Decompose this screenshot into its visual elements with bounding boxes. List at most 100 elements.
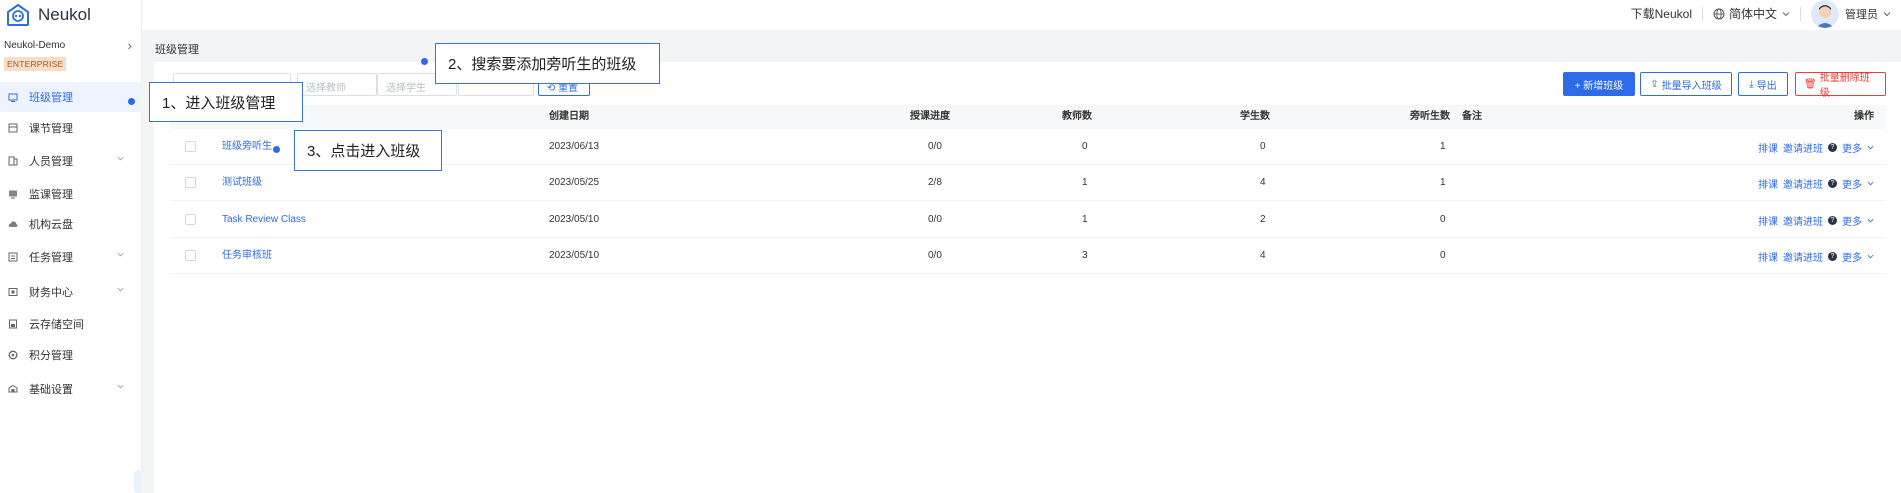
more-menu[interactable]: 更多 [1842, 249, 1862, 264]
chevron-down-icon [1883, 11, 1891, 16]
sidebar-item-label: 积分管理 [29, 350, 73, 362]
tutorial-callout-step3: 3、点击进入班级 [294, 130, 442, 171]
sidebar-item-monitor[interactable]: 监课管理 [0, 179, 142, 209]
sidebar-item-classroom[interactable]: 班级管理 [0, 82, 142, 112]
globe-icon [1713, 8, 1725, 19]
cell-student-count: 0 [1260, 141, 1266, 152]
row-checkbox[interactable] [185, 177, 196, 188]
org-name: Neukol-Demo [4, 40, 66, 51]
add-class-button[interactable]: + 新增班级 [1563, 72, 1635, 96]
points-icon [8, 350, 18, 360]
language-selector[interactable]: 简体中文 [1729, 5, 1777, 22]
teacher-select[interactable]: 选择教师 [297, 73, 377, 96]
avatar[interactable] [1811, 0, 1839, 28]
sidebar-item-settings[interactable]: 基础设置 [0, 374, 142, 404]
sidebar-item-label: 机构云盘 [29, 219, 73, 231]
chevron-down-icon [1867, 145, 1874, 149]
cell-student-count: 2 [1260, 214, 1266, 225]
sidebar-item-task[interactable]: 任务管理 [0, 242, 142, 272]
schedule-link[interactable]: 排课 [1758, 176, 1778, 191]
cell-student-count: 4 [1260, 250, 1266, 261]
sidebar-item-label: 财务中心 [29, 287, 73, 299]
sidebar-item-label: 云存储空间 [29, 319, 84, 331]
storage-icon [9, 319, 17, 329]
cell-progress: 2/8 [928, 177, 942, 188]
cell-created-date: 2023/06/13 [549, 141, 600, 152]
col-actions: 操作 [1854, 111, 1874, 122]
cell-progress: 0/0 [928, 250, 942, 261]
cell-teacher-count: 3 [1082, 250, 1088, 261]
more-menu[interactable]: 更多 [1842, 140, 1862, 155]
table-header: 创建日期 授课进度 教师数 学生数 旁听生数 备注 操作 [170, 105, 1886, 129]
sidebar: Neukol Neukol-Demo › ENTERPRISE 班级管理课节管理… [0, 0, 143, 493]
schedule-link[interactable]: 排课 [1758, 213, 1778, 228]
class-name-link[interactable]: Task Review Class [222, 202, 306, 238]
row-checkbox[interactable] [185, 214, 196, 225]
tutorial-callout-step1: 1、进入班级管理 [149, 82, 303, 122]
row-actions: 排课 邀请进班 ? 更多 [1758, 165, 1874, 201]
download-icon: ⤓ [1749, 78, 1754, 90]
org-switcher[interactable]: Neukol-Demo › ENTERPRISE [4, 38, 134, 71]
col-student-count: 学生数 [1240, 111, 1270, 122]
logo-text: Neukol [38, 5, 91, 24]
invite-link[interactable]: 邀请进班 [1783, 213, 1823, 228]
help-icon[interactable]: ? [1828, 142, 1837, 152]
chevron-down-icon [1867, 181, 1874, 185]
cell-created-date: 2023/05/25 [549, 177, 600, 188]
cell-created-date: 2023/05/10 [549, 250, 600, 261]
lesson-icon [8, 123, 18, 133]
row-checkbox[interactable] [185, 250, 196, 261]
chevron-down-icon [117, 384, 124, 389]
sidebar-item-lesson[interactable]: 课节管理 [0, 113, 142, 143]
sidebar-item-label: 人员管理 [29, 156, 73, 168]
sidebar-item-label: 基础设置 [29, 384, 73, 396]
help-icon[interactable]: ? [1828, 215, 1837, 225]
help-icon[interactable]: ? [1828, 251, 1837, 261]
schedule-link[interactable]: 排课 [1758, 249, 1778, 264]
invite-link[interactable]: 邀请进班 [1783, 249, 1823, 264]
batch-import-button[interactable]: ⇪ 批量导入班级 [1640, 72, 1732, 96]
sidebar-item-cloud[interactable]: 机构云盘 [0, 209, 142, 239]
invite-link[interactable]: 邀请进班 [1783, 140, 1823, 155]
refresh-icon: ⟲ [547, 83, 559, 94]
cell-progress: 0/0 [928, 214, 942, 225]
schedule-link[interactable]: 排课 [1758, 140, 1778, 155]
invite-link[interactable]: 邀请进班 [1783, 176, 1823, 191]
col-created-date: 创建日期 [549, 111, 589, 122]
cell-auditor-count: 1 [1440, 177, 1446, 188]
top-bar: 下载Neukol 简体中文 管理员 [142, 0, 1901, 30]
batch-delete-button[interactable]: 🗑 批量删除班级 [1795, 72, 1886, 99]
cell-teacher-count: 1 [1082, 214, 1088, 225]
more-menu[interactable]: 更多 [1842, 176, 1862, 191]
cell-auditor-count: 0 [1440, 250, 1446, 261]
monitor-icon [9, 190, 17, 199]
sidebar-item-storage[interactable]: 云存储空间 [0, 309, 142, 339]
sidebar-item-finance[interactable]: 财务中心 [0, 277, 142, 307]
breadcrumb: 班级管理 [155, 44, 199, 56]
sidebar-item-label: 任务管理 [29, 252, 73, 264]
class-name-link[interactable]: 班级旁听生 [222, 129, 272, 165]
chevron-down-icon [117, 287, 124, 292]
cell-auditor-count: 1 [1440, 141, 1446, 152]
class-name-link[interactable]: 任务审核班 [222, 238, 272, 274]
user-menu[interactable]: 管理员 [1845, 6, 1878, 22]
cell-progress: 0/0 [928, 141, 942, 152]
cell-teacher-count: 0 [1082, 141, 1088, 152]
col-remark: 备注 [1462, 111, 1482, 122]
sidebar-item-points[interactable]: 积分管理 [0, 340, 142, 370]
class-name-link[interactable]: 测试班级 [222, 165, 262, 201]
sidebar-item-label: 课节管理 [29, 123, 73, 135]
chevron-down-icon [1782, 11, 1790, 16]
sidebar-item-people[interactable]: 人员管理 [0, 146, 142, 176]
chevron-down-icon [1867, 254, 1874, 258]
download-app-link[interactable]: 下载Neukol [1631, 5, 1692, 22]
sidebar-item-label: 班级管理 [29, 92, 73, 104]
cell-teacher-count: 1 [1082, 177, 1088, 188]
help-icon[interactable]: ? [1828, 178, 1837, 188]
export-button[interactable]: ⤓ 导出 [1738, 72, 1788, 96]
cell-student-count: 4 [1260, 177, 1266, 188]
cell-auditor-count: 0 [1440, 214, 1446, 225]
logo[interactable]: Neukol [6, 2, 91, 28]
more-menu[interactable]: 更多 [1842, 213, 1862, 228]
row-checkbox[interactable] [185, 141, 196, 152]
